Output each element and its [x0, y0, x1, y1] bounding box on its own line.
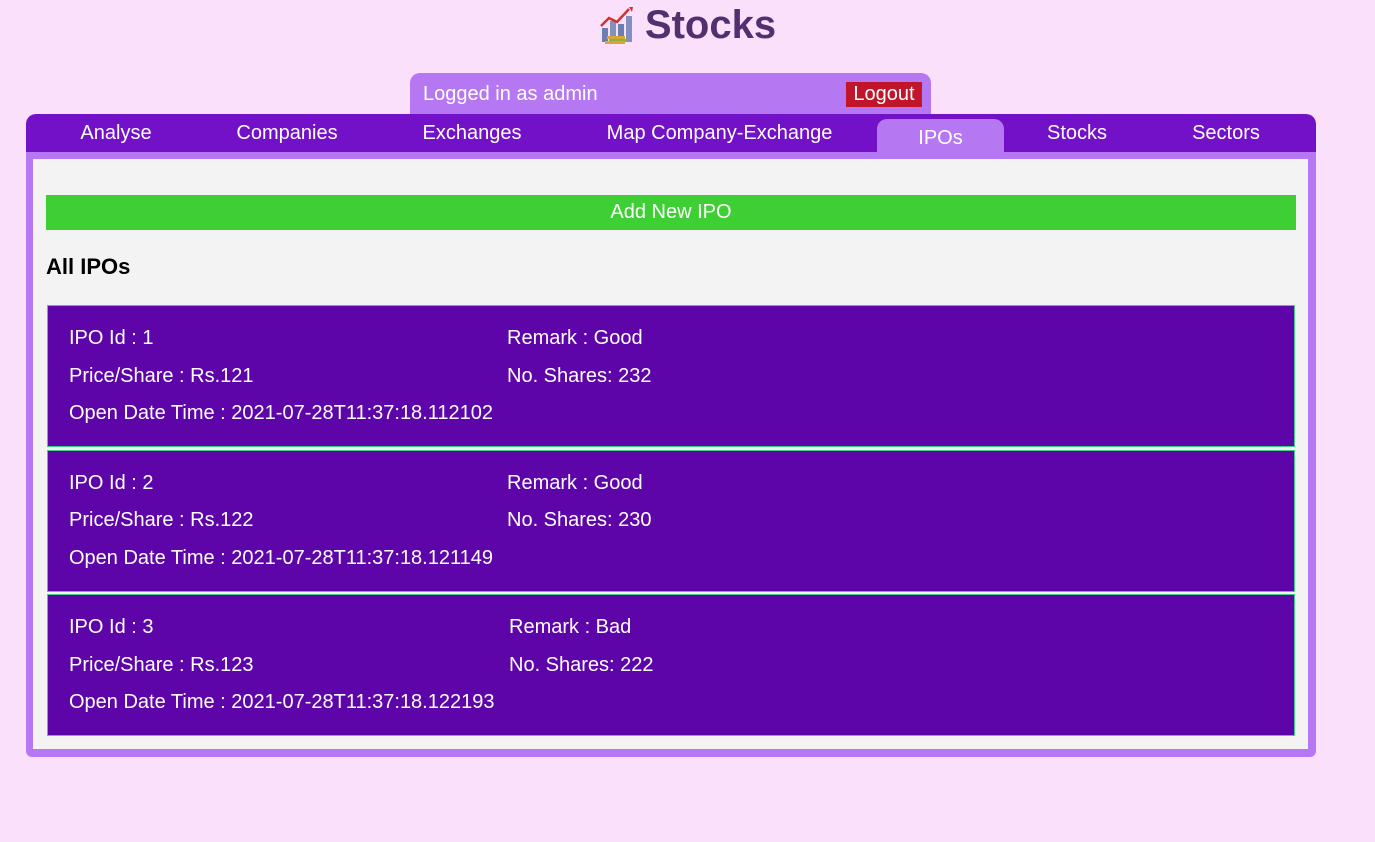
content-frame: Add New IPO All IPOs IPO Id : 1 Remark :… [26, 152, 1316, 757]
ipo-id: IPO Id : 3 [69, 616, 154, 638]
ipo-price: Price/Share : Rs.122 [69, 509, 254, 531]
section-title: All IPOs [46, 254, 131, 279]
ipo-shares: No. Shares: 230 [507, 509, 652, 531]
tab-exchanges[interactable]: Exchanges [408, 114, 536, 152]
logged-in-label: Logged in as admin [423, 83, 598, 105]
add-new-ipo-button[interactable]: Add New IPO [46, 195, 1296, 230]
logout-button[interactable]: Logout [846, 82, 922, 107]
tab-stocks[interactable]: Stocks [1032, 114, 1122, 152]
stocks-chart-icon [599, 6, 635, 44]
ipo-price: Price/Share : Rs.123 [69, 654, 254, 676]
ipo-card: IPO Id : 3 Remark : Bad Price/Share : Rs… [47, 594, 1295, 736]
page-title: Stocks [644, 2, 777, 47]
ipo-shares: No. Shares: 232 [507, 365, 652, 387]
tab-companies[interactable]: Companies [222, 114, 352, 152]
ipo-price: Price/Share : Rs.121 [69, 365, 254, 387]
ipo-open-datetime: Open Date Time : 2021-07-28T11:37:18.122… [69, 691, 495, 713]
ipo-id: IPO Id : 2 [69, 472, 154, 494]
ipo-remark: Remark : Good [507, 472, 643, 494]
content-panel: Add New IPO All IPOs IPO Id : 1 Remark :… [33, 159, 1308, 749]
app-header: Stocks [0, 0, 1375, 50]
ipo-open-datetime: Open Date Time : 2021-07-28T11:37:18.121… [69, 547, 493, 569]
ipo-card: IPO Id : 1 Remark : Good Price/Share : R… [47, 305, 1295, 447]
tab-ipos[interactable]: IPOs [877, 119, 1004, 154]
session-bar: Logged in as admin Logout [410, 73, 931, 116]
tab-map-company-exchange[interactable]: Map Company-Exchange [592, 114, 847, 152]
main-nav: Analyse Companies Exchanges Map Company-… [26, 114, 1316, 154]
tab-analyse[interactable]: Analyse [66, 114, 166, 152]
ipo-id: IPO Id : 1 [69, 327, 154, 349]
ipo-open-datetime: Open Date Time : 2021-07-28T11:37:18.112… [69, 402, 493, 424]
tab-sectors[interactable]: Sectors [1178, 114, 1274, 152]
ipo-remark: Remark : Good [507, 327, 643, 349]
ipo-shares: No. Shares: 222 [509, 654, 654, 676]
ipo-remark: Remark : Bad [509, 616, 632, 638]
ipo-card: IPO Id : 2 Remark : Good Price/Share : R… [47, 450, 1295, 592]
